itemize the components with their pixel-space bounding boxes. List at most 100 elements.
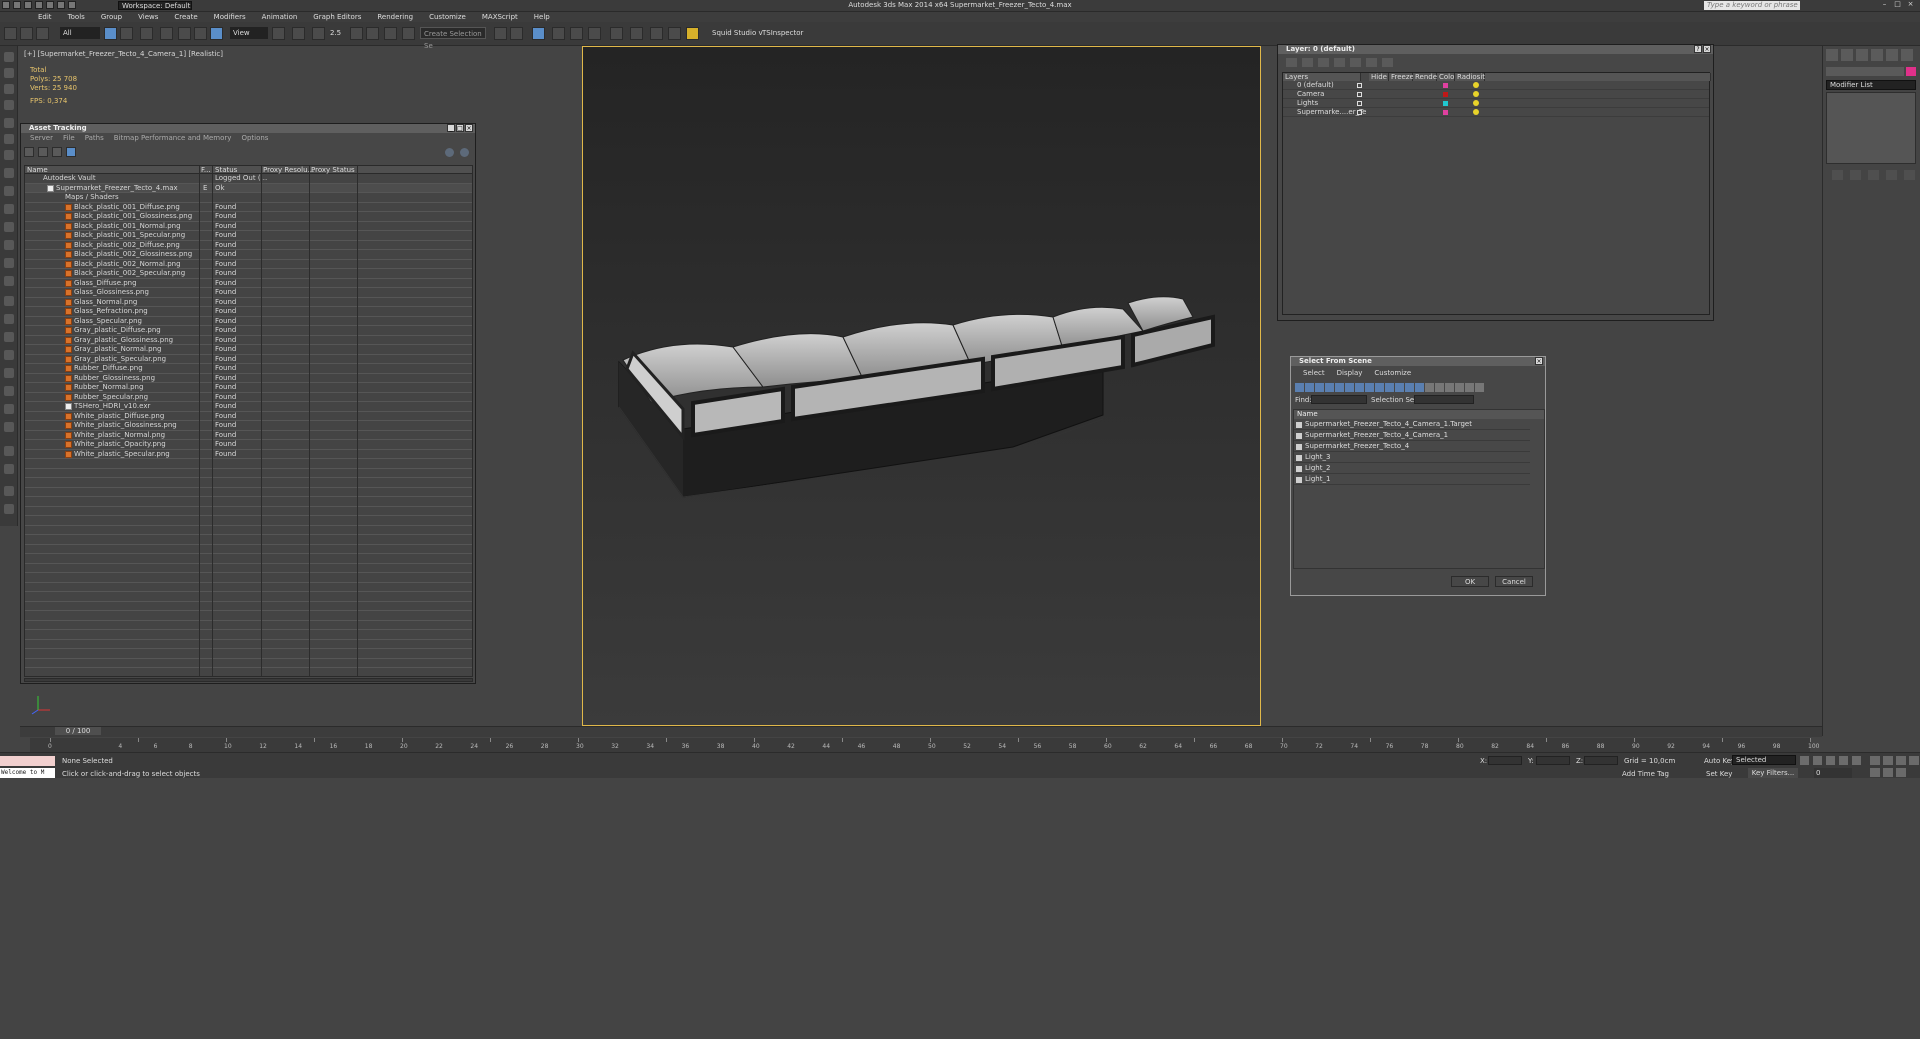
table-row[interactable]: Gray_plastic_Diffuse.png Found (25, 326, 472, 336)
snap-toggle[interactable]: 2.5 (330, 29, 341, 37)
camera-viewport[interactable] (582, 46, 1261, 726)
maximize-icon[interactable]: □ (1893, 0, 1902, 9)
fov-icon[interactable] (1909, 756, 1919, 765)
new-layer-icon[interactable] (1286, 58, 1297, 67)
table-row[interactable]: Black_plastic_001_Diffuse.png Found (25, 202, 472, 212)
col-render[interactable]: Render (1413, 73, 1440, 81)
sfs-menu-select[interactable]: Select (1297, 369, 1331, 378)
next-frame-icon[interactable] (1839, 756, 1848, 765)
table-row[interactable]: Black_plastic_001_Normal.png Found (25, 221, 472, 231)
display-icon[interactable] (4, 350, 14, 360)
time-slider-handle[interactable]: 0 / 100 (55, 727, 101, 735)
color-swatch[interactable] (1443, 101, 1448, 106)
track-bar[interactable]: 0 4 6 8 10 12 14 16 18 20 22 24 26 28 30 32 34 36 38 40 42 44… (30, 738, 1819, 752)
col-proxy-resolution[interactable]: Proxy Resolu... (263, 166, 314, 174)
zoom-extents-icon[interactable] (1896, 756, 1906, 765)
link-icon[interactable] (4, 27, 17, 40)
filter-xrefs-icon[interactable] (1365, 383, 1374, 392)
current-layer-check[interactable] (1357, 92, 1362, 97)
auto-key-button[interactable]: Auto Key (1704, 757, 1735, 765)
motion-icon[interactable] (4, 332, 14, 342)
asset-menu-paths[interactable]: Paths (80, 134, 109, 143)
box-icon[interactable] (4, 150, 14, 160)
key-set-dropdown[interactable]: Selected (1732, 755, 1796, 765)
sync-selection-icon[interactable] (1455, 383, 1464, 392)
filter-icon[interactable] (1465, 383, 1474, 392)
select-from-scene-title[interactable]: Select From Scene (1291, 357, 1545, 366)
col-name[interactable]: Name (27, 166, 48, 174)
find-input[interactable] (1311, 395, 1367, 404)
asset-menu-server[interactable]: Server (25, 134, 58, 143)
asset-menu-bitmap[interactable]: Bitmap Performance and Memory (109, 134, 237, 143)
help-icon[interactable] (4, 504, 14, 514)
layer-row-lights[interactable]: Lights (1283, 99, 1709, 108)
modifier-list-dropdown[interactable]: Modifier List (1826, 80, 1916, 90)
undo-icon[interactable] (46, 1, 54, 9)
selection-set-dropdown[interactable] (1414, 395, 1474, 404)
bind-spacewarp-icon[interactable] (36, 27, 49, 40)
angle-snap-icon[interactable] (350, 27, 363, 40)
freeze-all-icon[interactable] (1382, 58, 1393, 67)
new-icon[interactable] (13, 1, 21, 9)
table-row[interactable]: White_plastic_Glossiness.png Found (25, 421, 472, 431)
graphite-ribbon-icon[interactable] (552, 27, 565, 40)
filter-spacewarps-icon[interactable] (1345, 383, 1354, 392)
menu-edit[interactable]: Edit (30, 12, 60, 22)
configure-sets-icon[interactable] (1904, 170, 1915, 180)
select-invert-icon[interactable] (1445, 383, 1454, 392)
modifier-icon[interactable] (4, 296, 14, 306)
radiosity-icon[interactable] (1473, 91, 1479, 97)
table-row[interactable]: White_plastic_Opacity.png Found (25, 440, 472, 450)
add-to-layer-icon[interactable] (1318, 58, 1329, 67)
maxscript-listener-top[interactable] (0, 756, 55, 766)
paint-icon[interactable] (4, 386, 14, 396)
table-row[interactable]: Rubber_Normal.png Found (25, 383, 472, 393)
col-color[interactable]: Color (1437, 73, 1457, 81)
color-swatch[interactable] (1443, 83, 1448, 88)
hide-all-icon[interactable] (1366, 58, 1377, 67)
utilities-icon[interactable] (4, 368, 14, 378)
table-row[interactable]: Black_plastic_002_Specular.png Found (25, 269, 472, 279)
table-row[interactable]: White_plastic_Specular.png Found (25, 449, 472, 459)
filter-geometry-icon[interactable] (1295, 383, 1304, 392)
remove-modifier-icon[interactable] (1886, 170, 1897, 180)
table-row[interactable]: Black_plastic_001_Specular.png Found (25, 231, 472, 241)
list-item[interactable]: Supermarket_Freezer_Tecto_4 (1294, 441, 1530, 452)
add-time-tag[interactable]: Add Time Tag (1622, 770, 1669, 778)
table-row[interactable]: Black_plastic_002_Diffuse.png Found (25, 240, 472, 250)
teapot-icon[interactable] (4, 134, 14, 144)
menu-animation[interactable]: Animation (254, 12, 306, 22)
radiosity-icon[interactable] (1473, 109, 1479, 115)
curve-editor-icon[interactable] (570, 27, 583, 40)
menu-graph-editors[interactable]: Graph Editors (305, 12, 369, 22)
col-freeze[interactable]: Freeze (1389, 73, 1414, 81)
globe-icon[interactable] (4, 404, 14, 414)
settings-icon[interactable] (4, 464, 14, 474)
current-layer-check[interactable] (1357, 101, 1362, 106)
select-manipulate-icon[interactable] (292, 27, 305, 40)
table-row[interactable]: Gray_plastic_Glossiness.png Found (25, 335, 472, 345)
list-item[interactable]: Supermarket_Freezer_Tecto_4_Camera_1 (1294, 430, 1530, 441)
col-proxy-status[interactable]: Proxy Status (311, 166, 355, 174)
y-coordinate-field[interactable] (1536, 756, 1570, 765)
table-row[interactable]: Autodesk Vault Logged Out (... (25, 174, 472, 184)
menu-create[interactable]: Create (166, 12, 205, 22)
sfs-menu-display[interactable]: Display (1331, 369, 1369, 378)
table-row[interactable]: Glass_Glossiness.png Found (25, 288, 472, 298)
table-row[interactable]: Glass_Refraction.png Found (25, 307, 472, 317)
layer-manager-title[interactable]: Layer: 0 (default) (1278, 45, 1713, 54)
select-all-icon[interactable] (1425, 383, 1434, 392)
table-row[interactable]: Black_plastic_002_Normal.png Found (25, 259, 472, 269)
filter-bones-icon[interactable] (1375, 383, 1384, 392)
key-filters-button[interactable]: Key Filters... (1748, 768, 1798, 778)
utilities-tab-icon[interactable] (1901, 49, 1913, 61)
filter-groups-icon[interactable] (1355, 383, 1364, 392)
search-input[interactable]: Type a keyword or phrase (1704, 1, 1800, 10)
maximize-viewport-icon[interactable] (1896, 768, 1906, 777)
table-row[interactable]: Gray_plastic_Normal.png Found (25, 345, 472, 355)
goto-start-icon[interactable] (1800, 756, 1809, 765)
layer-row-default[interactable]: 0 (default) (1283, 81, 1709, 90)
filter-hidden-icon[interactable] (1405, 383, 1414, 392)
table-row[interactable]: Rubber_Diffuse.png Found (25, 364, 472, 374)
table-row[interactable]: Black_plastic_002_Glossiness.png Found (25, 250, 472, 260)
